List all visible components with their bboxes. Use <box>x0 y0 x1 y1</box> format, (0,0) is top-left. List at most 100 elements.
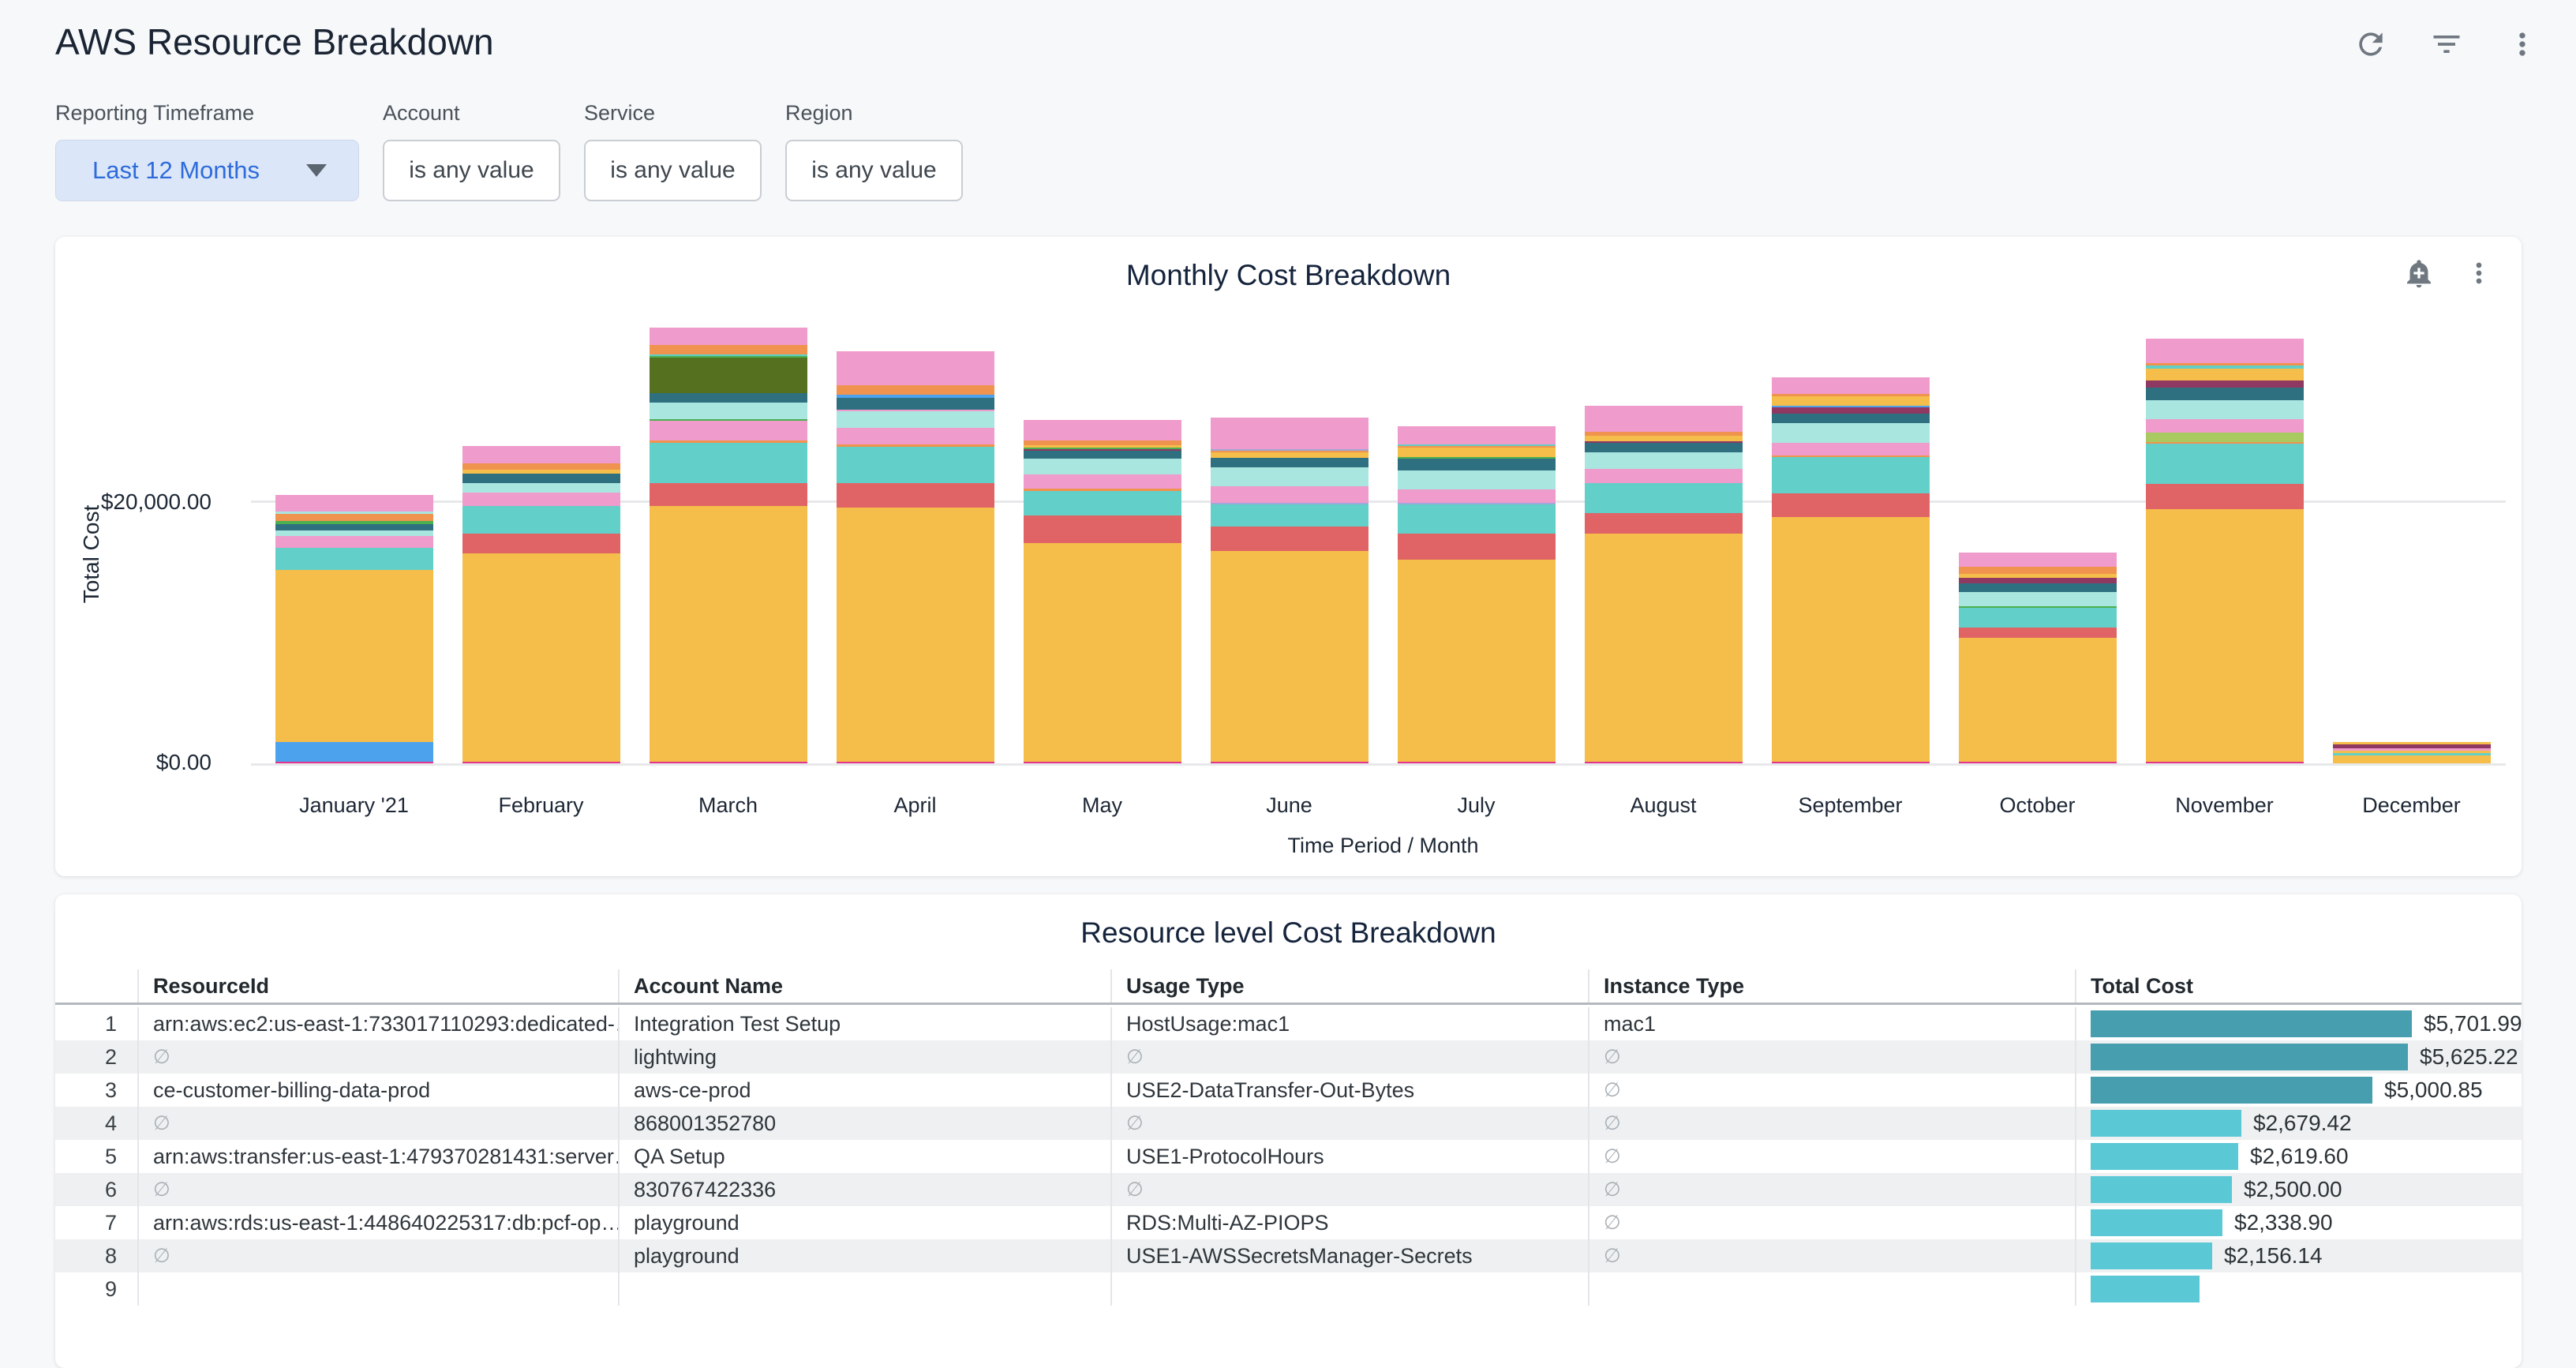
bar-segment[interactable] <box>1585 483 1743 513</box>
bar-segment[interactable] <box>1211 527 1368 551</box>
column-header-account-name[interactable]: Account Name <box>618 969 1110 1003</box>
bar-segment[interactable] <box>1585 452 1743 469</box>
column-header-usage-type[interactable]: Usage Type <box>1110 969 1588 1003</box>
stacked-bar-february[interactable] <box>462 446 620 763</box>
bar-segment[interactable] <box>1211 486 1368 503</box>
bar-segment[interactable] <box>1959 578 2117 583</box>
bar-segment[interactable] <box>1959 638 2117 762</box>
column-header-resource-id[interactable]: ResourceId <box>137 969 618 1003</box>
stacked-bar-november[interactable] <box>2146 339 2304 763</box>
bar-segment[interactable] <box>2146 444 2304 484</box>
stacked-bar-january-21[interactable] <box>275 495 433 763</box>
bar-segment[interactable] <box>1024 459 1181 474</box>
bar-segment[interactable] <box>1024 474 1181 489</box>
bar-segment[interactable] <box>1959 608 2117 628</box>
bar-segment[interactable] <box>462 493 620 506</box>
bar-segment[interactable] <box>650 483 807 506</box>
bar-segment[interactable] <box>1959 592 2117 606</box>
bar-segment[interactable] <box>1024 762 1181 763</box>
bar-segment[interactable] <box>1024 420 1181 440</box>
bar-segment[interactable] <box>1772 423 1930 443</box>
bar-segment[interactable] <box>1959 583 2117 592</box>
refresh-icon[interactable] <box>2353 27 2388 62</box>
bar-segment[interactable] <box>2146 400 2304 419</box>
bar-segment[interactable] <box>837 508 994 762</box>
bar-segment[interactable] <box>1959 553 2117 567</box>
bar-segment[interactable] <box>837 428 994 444</box>
bar-segment[interactable] <box>275 570 433 742</box>
bar-segment[interactable] <box>837 351 994 385</box>
bar-segment[interactable] <box>650 443 807 483</box>
bar-segment[interactable] <box>1772 396 1930 406</box>
bar-segment[interactable] <box>1024 451 1181 459</box>
column-header-total-cost[interactable]: Total Cost <box>2075 969 2522 1003</box>
bar-segment[interactable] <box>837 398 994 410</box>
reporting-timeframe-dropdown[interactable]: Last 12 Months <box>55 140 359 201</box>
bar-segment[interactable] <box>275 530 433 536</box>
bar-segment[interactable] <box>462 446 620 463</box>
bar-segment[interactable] <box>2146 484 2304 509</box>
bar-segment[interactable] <box>1211 762 1368 763</box>
bar-segment[interactable] <box>650 345 807 354</box>
bar-segment[interactable] <box>275 548 433 570</box>
bar-segment[interactable] <box>1398 426 1556 444</box>
bar-segment[interactable] <box>1585 443 1743 452</box>
bar-segment[interactable] <box>1211 418 1368 449</box>
bar-segment[interactable] <box>2146 369 2304 380</box>
region-filter-box[interactable]: is any value <box>785 140 963 201</box>
stacked-bar-june[interactable] <box>1211 418 1368 763</box>
alert-bell-plus-icon[interactable] <box>2403 257 2435 289</box>
bar-segment[interactable] <box>1024 543 1181 762</box>
bar-segment[interactable] <box>2146 762 2304 763</box>
bar-segment[interactable] <box>2146 339 2304 363</box>
bar-segment[interactable] <box>650 393 807 403</box>
column-header-instance-type[interactable]: Instance Type <box>1588 969 2075 1003</box>
account-filter-box[interactable]: is any value <box>383 140 560 201</box>
service-filter-box[interactable]: is any value <box>584 140 762 201</box>
bar-segment[interactable] <box>1398 448 1556 457</box>
bar-segment[interactable] <box>1398 560 1556 762</box>
bar-segment[interactable] <box>1211 458 1368 467</box>
bar-segment[interactable] <box>1772 377 1930 394</box>
bar-segment[interactable] <box>1024 515 1181 543</box>
bar-segment[interactable] <box>1398 489 1556 503</box>
bar-segment[interactable] <box>1585 762 1743 763</box>
bar-segment[interactable] <box>462 474 620 483</box>
bar-segment[interactable] <box>1772 517 1930 762</box>
bar-segment[interactable] <box>1585 436 1743 441</box>
bar-segment[interactable] <box>650 358 807 393</box>
bar-segment[interactable] <box>1585 513 1743 534</box>
bar-segment[interactable] <box>837 483 994 508</box>
bar-segment[interactable] <box>1211 467 1368 486</box>
bar-segment[interactable] <box>1024 491 1181 515</box>
bar-segment[interactable] <box>650 421 807 440</box>
bar-segment[interactable] <box>1772 493 1930 517</box>
bar-segment[interactable] <box>462 463 620 470</box>
kebab-menu-icon[interactable] <box>2463 257 2495 289</box>
bar-segment[interactable] <box>2146 433 2304 442</box>
stacked-bar-august[interactable] <box>1585 406 1743 763</box>
bar-segment[interactable] <box>275 514 433 521</box>
bar-segment[interactable] <box>1772 407 1930 414</box>
bar-segment[interactable] <box>1398 534 1556 560</box>
filter-list-icon[interactable] <box>2429 27 2464 62</box>
bar-segment[interactable] <box>1398 504 1556 534</box>
stacked-bar-december[interactable] <box>2333 742 2491 763</box>
bar-segment[interactable] <box>275 524 433 530</box>
bar-segment[interactable] <box>275 495 433 512</box>
stacked-bar-april[interactable] <box>837 351 994 763</box>
bar-segment[interactable] <box>1211 504 1368 527</box>
bar-segment[interactable] <box>837 762 994 763</box>
bar-segment[interactable] <box>462 506 620 534</box>
bar-segment[interactable] <box>1772 762 1930 763</box>
bar-segment[interactable] <box>2146 419 2304 433</box>
bar-segment[interactable] <box>2146 509 2304 762</box>
bar-segment[interactable] <box>2146 380 2304 388</box>
stacked-bar-march[interactable] <box>650 328 807 763</box>
bar-segment[interactable] <box>1398 459 1556 470</box>
kebab-menu-icon[interactable] <box>2505 27 2540 62</box>
bar-segment[interactable] <box>275 762 433 763</box>
stacked-bar-september[interactable] <box>1772 377 1930 763</box>
bar-segment[interactable] <box>275 742 433 762</box>
bar-segment[interactable] <box>1211 452 1368 458</box>
